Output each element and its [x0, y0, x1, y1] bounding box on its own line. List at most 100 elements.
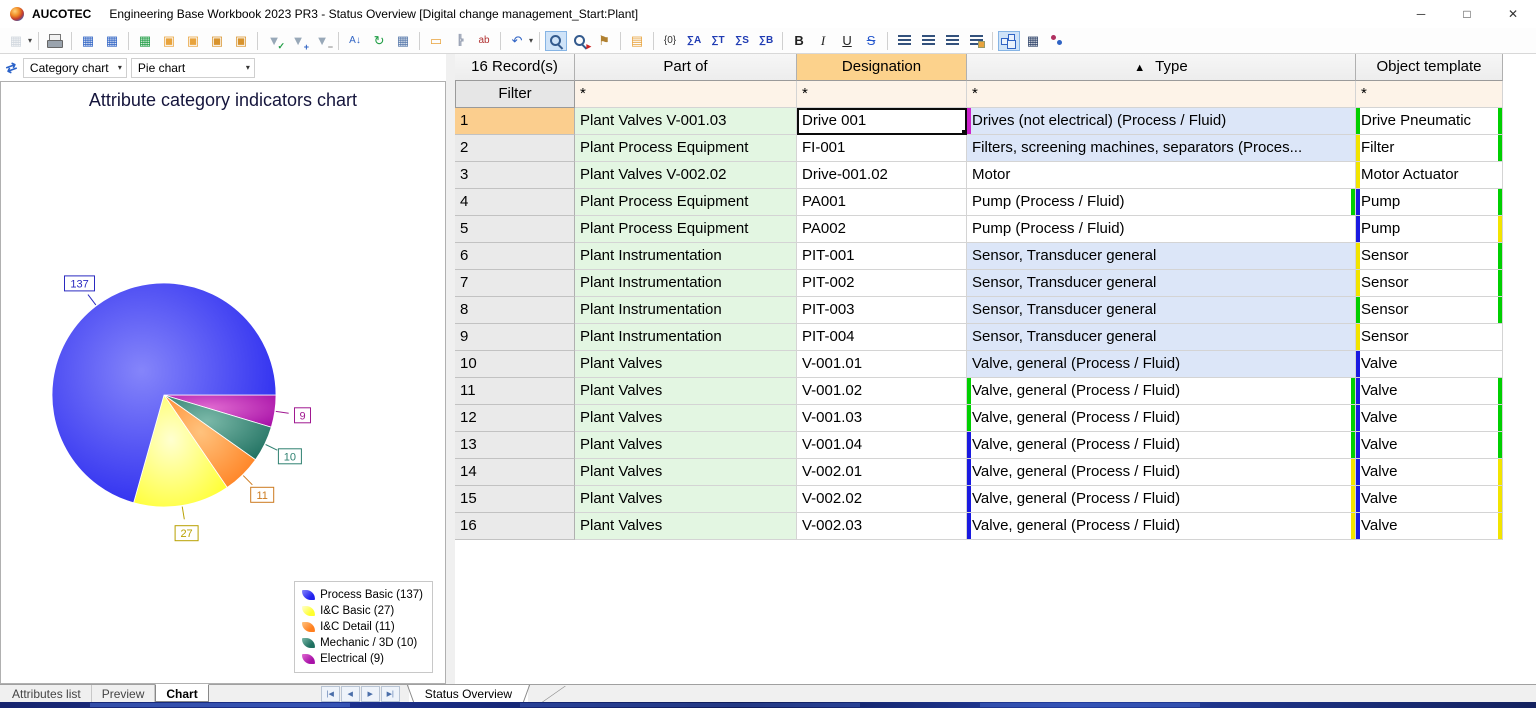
- cell-part-of[interactable]: Plant Valves: [575, 405, 797, 432]
- cell-designation[interactable]: PA002: [797, 216, 967, 243]
- column-header-designation[interactable]: Designation: [797, 54, 967, 81]
- cell-object-template[interactable]: Filter: [1356, 135, 1503, 162]
- sheet-tab-status-overview[interactable]: Status Overview: [409, 685, 528, 702]
- cell-part-of[interactable]: Plant Process Equipment: [575, 135, 797, 162]
- column-header-object-template[interactable]: Object template: [1356, 54, 1503, 81]
- cell-designation[interactable]: PIT-001: [797, 243, 967, 270]
- cell-type[interactable]: Sensor, Transducer general: [967, 324, 1356, 351]
- cell-object-template[interactable]: Valve: [1356, 513, 1503, 540]
- cell-part-of[interactable]: Plant Valves V-001.03: [575, 108, 797, 135]
- cell-part-of[interactable]: Plant Valves V-002.02: [575, 162, 797, 189]
- tab-attributes-list[interactable]: Attributes list: [2, 685, 92, 702]
- replace-text-icon[interactable]: ab: [473, 31, 495, 51]
- export-table-icon[interactable]: ▦: [134, 31, 156, 51]
- undo-icon-dropdown-caret[interactable]: ▾: [529, 36, 533, 45]
- sort-ascending-icon[interactable]: A↓: [344, 31, 366, 51]
- cell-designation[interactable]: V-002.02: [797, 486, 967, 513]
- new-table-icon-dropdown-caret[interactable]: ▾: [28, 36, 32, 45]
- undo-icon[interactable]: ↶: [506, 31, 528, 51]
- cell-designation[interactable]: FI-001: [797, 135, 967, 162]
- row-header-12[interactable]: 12: [455, 405, 575, 432]
- cell-object-template[interactable]: Valve: [1356, 432, 1503, 459]
- column-header-part-of[interactable]: Part of: [575, 54, 797, 81]
- cell-type[interactable]: Valve, general (Process / Fluid): [967, 486, 1356, 513]
- cell-object-template[interactable]: Valve: [1356, 351, 1503, 378]
- cell-type[interactable]: Valve, general (Process / Fluid): [967, 459, 1356, 486]
- chart-style-select[interactable]: Pie chart ▾: [131, 58, 255, 78]
- cell-part-of[interactable]: Plant Instrumentation: [575, 297, 797, 324]
- sum-s-icon[interactable]: ∑S: [731, 31, 753, 51]
- sheet-nav-next-button[interactable]: ▶: [361, 686, 380, 702]
- filter-button[interactable]: Filter: [455, 81, 575, 108]
- sheet-nav-previous-button[interactable]: ◀: [341, 686, 360, 702]
- cell-designation[interactable]: V-002.01: [797, 459, 967, 486]
- row-header-3[interactable]: 3: [455, 162, 575, 189]
- cell-object-template[interactable]: Valve: [1356, 486, 1503, 513]
- chart-category-select[interactable]: Category chart ▾: [23, 58, 127, 78]
- row-header-4[interactable]: 4: [455, 189, 575, 216]
- italic-icon[interactable]: I: [812, 31, 834, 51]
- cell-part-of[interactable]: Plant Valves: [575, 378, 797, 405]
- cell-designation[interactable]: Drive 001: [797, 108, 967, 135]
- cell-type[interactable]: Drives (not electrical) (Process / Fluid…: [967, 108, 1356, 135]
- strikethrough-icon[interactable]: S: [860, 31, 882, 51]
- cell-designation[interactable]: PIT-003: [797, 297, 967, 324]
- print-icon[interactable]: [44, 31, 66, 51]
- row-header-13[interactable]: 13: [455, 432, 575, 459]
- minimize-button[interactable]: ─: [1398, 0, 1444, 28]
- number-format-icon[interactable]: {0}: [659, 31, 681, 51]
- save-view-icon[interactable]: ▦: [77, 31, 99, 51]
- rename-icon[interactable]: ▭: [425, 31, 447, 51]
- cell-designation[interactable]: V-001.02: [797, 378, 967, 405]
- sum-t-icon[interactable]: ∑T: [707, 31, 729, 51]
- cell-designation[interactable]: V-001.03: [797, 405, 967, 432]
- cell-type[interactable]: Valve, general (Process / Fluid): [967, 378, 1356, 405]
- cell-object-template[interactable]: Drive Pneumatic: [1356, 108, 1503, 135]
- cell-object-template[interactable]: Valve: [1356, 405, 1503, 432]
- cell-type[interactable]: Valve, general (Process / Fluid): [967, 405, 1356, 432]
- cell-designation[interactable]: V-001.04: [797, 432, 967, 459]
- cell-type[interactable]: Pump (Process / Fluid): [967, 189, 1356, 216]
- row-header-1[interactable]: 1: [455, 108, 575, 135]
- refresh-icon[interactable]: ↻: [368, 31, 390, 51]
- tree-icon[interactable]: ╠: [449, 31, 471, 51]
- cell-type[interactable]: Valve, general (Process / Fluid): [967, 513, 1356, 540]
- sum-b-icon[interactable]: ∑B: [755, 31, 777, 51]
- row-header-9[interactable]: 9: [455, 324, 575, 351]
- cell-part-of[interactable]: Plant Valves: [575, 432, 797, 459]
- sum-a-icon[interactable]: ∑A: [683, 31, 705, 51]
- cell-object-template[interactable]: Valve: [1356, 459, 1503, 486]
- cell-designation[interactable]: V-002.03: [797, 513, 967, 540]
- cell-type[interactable]: Sensor, Transducer general: [967, 297, 1356, 324]
- cell-type[interactable]: Sensor, Transducer general: [967, 270, 1356, 297]
- cell-object-template[interactable]: Sensor: [1356, 324, 1503, 351]
- cell-part-of[interactable]: Plant Process Equipment: [575, 216, 797, 243]
- align-center-icon[interactable]: [917, 31, 939, 51]
- row-header-16[interactable]: 16: [455, 513, 575, 540]
- cell-part-of[interactable]: Plant Valves: [575, 351, 797, 378]
- row-header-8[interactable]: 8: [455, 297, 575, 324]
- panel-splitter[interactable]: [446, 54, 455, 684]
- new-table-icon[interactable]: ▦: [5, 31, 27, 51]
- row-header-6[interactable]: 6: [455, 243, 575, 270]
- row-header-14[interactable]: 14: [455, 459, 575, 486]
- import-folder-icon[interactable]: ▣: [182, 31, 204, 51]
- share-icon[interactable]: [1046, 31, 1068, 51]
- row-header-15[interactable]: 15: [455, 486, 575, 513]
- sheet-nav-first-button[interactable]: |◀: [321, 686, 340, 702]
- cell-type[interactable]: Valve, general (Process / Fluid): [967, 351, 1356, 378]
- refresh-chart-icon[interactable]: ⇄: [4, 58, 20, 77]
- cell-type[interactable]: Filters, screening machines, separators …: [967, 135, 1356, 162]
- sync-folder-icon[interactable]: ▣: [230, 31, 252, 51]
- cell-type[interactable]: Valve, general (Process / Fluid): [967, 432, 1356, 459]
- tab-preview[interactable]: Preview: [92, 685, 156, 702]
- cell-part-of[interactable]: Plant Valves: [575, 513, 797, 540]
- record-count-header[interactable]: 16 Record(s): [455, 54, 575, 81]
- cell-object-template[interactable]: Valve: [1356, 378, 1503, 405]
- add-folder-icon[interactable]: ▣: [206, 31, 228, 51]
- cell-object-template[interactable]: Sensor: [1356, 297, 1503, 324]
- cell-part-of[interactable]: Plant Valves: [575, 459, 797, 486]
- cell-type[interactable]: Pump (Process / Fluid): [967, 216, 1356, 243]
- cell-part-of[interactable]: Plant Valves: [575, 486, 797, 513]
- zoom-icon[interactable]: [545, 31, 567, 51]
